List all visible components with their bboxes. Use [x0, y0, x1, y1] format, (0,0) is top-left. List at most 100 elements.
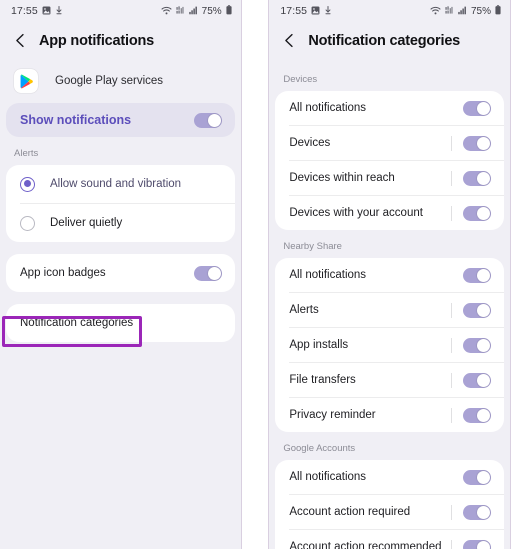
radio-allow-sound-and-vibration[interactable]: Allow sound and vibration	[6, 165, 235, 203]
radio-deliver-quietly[interactable]: Deliver quietly	[6, 204, 235, 242]
category-toggle[interactable]	[463, 504, 492, 520]
signal-bars-icon	[458, 2, 467, 20]
category-toggle[interactable]	[463, 267, 492, 283]
notification-categories-row[interactable]: Notification categories	[6, 304, 235, 342]
back-arrow-icon[interactable]	[281, 32, 298, 49]
category-toggle[interactable]	[463, 302, 492, 318]
toggle-knob	[207, 266, 221, 280]
battery-percent: 75%	[471, 5, 492, 17]
alerts-section-label: Alerts	[14, 148, 39, 159]
toggle-separator	[451, 337, 453, 353]
alerts-card: Allow sound and vibration Deliver quietl…	[6, 165, 235, 242]
category-row-account-action-required[interactable]: Account action required	[275, 495, 504, 529]
status-bar-left: 17:55 75%	[0, 0, 241, 22]
app-icon-badges-toggle[interactable]	[193, 265, 222, 281]
category-row-alerts[interactable]: Alerts	[275, 293, 504, 327]
show-notifications-toggle[interactable]	[193, 112, 222, 128]
category-label: All notifications	[289, 102, 367, 114]
toggle-group	[451, 504, 492, 520]
category-row-devices-with-your-account[interactable]: Devices with your account	[275, 196, 504, 230]
signal-bars-icon	[188, 2, 198, 20]
toggle-group	[451, 407, 492, 423]
category-row-all-notifications[interactable]: All notifications	[275, 258, 504, 292]
download-icon	[324, 2, 332, 20]
category-row-file-transfers[interactable]: File transfers	[275, 363, 504, 397]
toggle-knob	[477, 303, 491, 317]
status-time: 17:55	[280, 5, 308, 17]
category-label: Account action required	[289, 506, 411, 518]
back-arrow-icon[interactable]	[12, 32, 29, 49]
category-row-app-installs[interactable]: App installs	[275, 328, 504, 362]
category-toggle[interactable]	[463, 100, 492, 116]
status-bar-right-group: 75%	[161, 2, 232, 20]
category-label: Alerts	[289, 304, 319, 316]
category-row-all-notifications[interactable]: All notifications	[275, 91, 504, 125]
app-icon-badges-row[interactable]: App icon badges	[6, 254, 235, 292]
toggle-group	[451, 135, 492, 151]
category-row-devices[interactable]: Devices	[275, 126, 504, 160]
toggle-separator	[451, 539, 453, 549]
toggle-knob	[477, 505, 491, 519]
dual-screenshot-container: 17:55 75% App notifications Google Play …	[0, 0, 511, 549]
category-toggle[interactable]	[463, 469, 492, 485]
battery-percent: 75%	[201, 5, 222, 17]
status-bar-left-group: 17:55	[11, 2, 63, 20]
toggle-group	[463, 469, 492, 485]
category-row-all-notifications[interactable]: All notifications	[275, 460, 504, 494]
category-toggle[interactable]	[463, 135, 492, 151]
radio-label: Deliver quietly	[50, 217, 123, 229]
wifi-icon	[161, 2, 172, 20]
toggle-group	[463, 267, 492, 283]
category-toggle[interactable]	[463, 372, 492, 388]
category-toggle[interactable]	[463, 539, 492, 549]
show-notifications-row[interactable]: Show notifications	[6, 103, 235, 137]
panel-gap	[241, 0, 255, 549]
category-row-account-action-recommended[interactable]: Account action recommended	[275, 530, 504, 549]
category-toggle[interactable]	[463, 205, 492, 221]
toggle-separator	[451, 504, 453, 520]
status-bar-left-group: 17:55	[280, 2, 332, 20]
category-label: File transfers	[289, 374, 356, 386]
left-screen-app-notifications: 17:55 75% App notifications Google Play …	[0, 0, 242, 549]
toggle-knob	[477, 268, 491, 282]
toggle-group	[463, 100, 492, 116]
app-icon-badges-label: App icon badges	[20, 267, 106, 279]
toggle-group	[451, 539, 492, 549]
show-notifications-card[interactable]: Show notifications	[6, 103, 235, 137]
app-name-label: Google Play services	[55, 75, 164, 87]
battery-icon	[226, 2, 232, 20]
category-toggle[interactable]	[463, 170, 492, 186]
toggle-separator	[451, 135, 453, 151]
toggle-knob	[477, 136, 491, 150]
category-toggle[interactable]	[463, 337, 492, 353]
category-label: Account action recommended	[289, 541, 442, 549]
status-time: 17:55	[11, 5, 38, 17]
notification-categories-card[interactable]: Notification categories	[6, 304, 235, 342]
right-screen-notification-categories: 17:55 75% Notification categories Device…	[268, 0, 511, 549]
download-icon	[55, 2, 63, 20]
sim-signal-icon	[445, 2, 454, 20]
section-card-google-accounts: All notifications Account action require…	[275, 460, 505, 549]
category-label: Devices with your account	[289, 207, 423, 219]
battery-icon	[495, 2, 501, 20]
category-row-devices-within-reach[interactable]: Devices within reach	[275, 161, 504, 195]
toggle-knob	[477, 101, 491, 115]
app-identity-row: Google Play services	[0, 63, 241, 103]
app-icon-badges-card[interactable]: App icon badges	[6, 254, 235, 292]
toggle-knob	[477, 338, 491, 352]
toggle-separator	[451, 205, 453, 221]
category-row-privacy-reminder[interactable]: Privacy reminder	[275, 398, 504, 432]
radio-selected-icon[interactable]	[20, 176, 35, 192]
category-label: Privacy reminder	[289, 409, 376, 421]
toggle-group	[451, 170, 492, 186]
toggle-knob	[477, 373, 491, 387]
category-toggle[interactable]	[463, 407, 492, 423]
page-title: Notification categories	[308, 32, 461, 49]
toggle-knob	[477, 470, 491, 484]
toggle-separator	[451, 372, 453, 388]
radio-unselected-icon[interactable]	[20, 215, 35, 231]
toggle-separator	[451, 170, 453, 186]
toggle-knob	[477, 171, 491, 185]
left-header: App notifications	[0, 22, 241, 63]
